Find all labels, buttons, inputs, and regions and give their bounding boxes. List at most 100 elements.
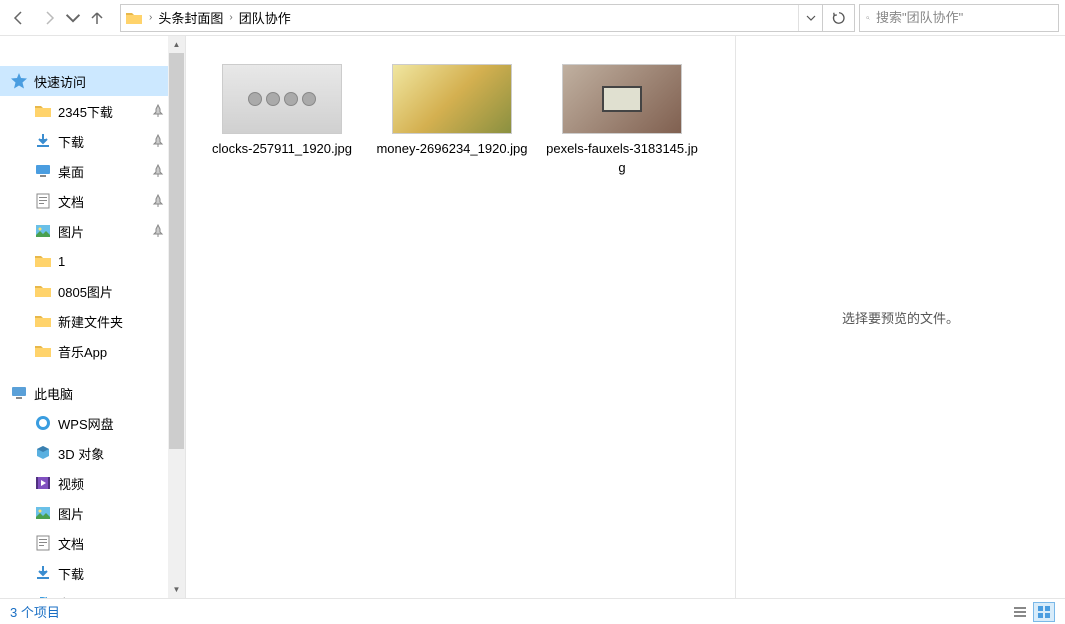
search-input[interactable] <box>876 10 1052 25</box>
sidebar-item[interactable]: 音乐 <box>0 588 185 598</box>
address-bar[interactable]: › 头条封面图 › 团队协作 <box>120 4 855 32</box>
download-icon <box>34 132 52 150</box>
search-icon <box>866 11 870 25</box>
scroll-down-button[interactable]: ▼ <box>168 581 185 598</box>
folder-icon <box>125 9 143 27</box>
pc-icon <box>10 384 28 402</box>
sidebar-item[interactable]: 文档 <box>0 528 185 558</box>
3d-icon <box>34 444 52 462</box>
forward-button[interactable] <box>34 2 64 34</box>
thumbnail <box>222 64 342 134</box>
sidebar-item[interactable]: 图片 <box>0 216 185 246</box>
file-item[interactable]: pexels-fauxels-3183145.jpg <box>542 56 702 186</box>
sidebar-item-label: 桌面 <box>58 162 145 181</box>
breadcrumb-label: 头条封面图 <box>158 8 223 27</box>
status-count: 3 个项目 <box>10 602 60 621</box>
chevron-right-icon: › <box>149 12 152 23</box>
view-switcher <box>1009 602 1055 622</box>
download-icon <box>34 564 52 582</box>
file-item[interactable]: clocks-257911_1920.jpg <box>202 56 362 186</box>
file-name: money-2696234_1920.jpg <box>376 140 527 159</box>
breadcrumb-label: 团队协作 <box>239 8 291 27</box>
file-grid[interactable]: clocks-257911_1920.jpg money-2696234_1920… <box>186 36 735 598</box>
sidebar-item-label: 音乐 <box>58 594 185 599</box>
refresh-button[interactable] <box>822 5 854 31</box>
sidebar-item-label: 音乐App <box>58 342 185 361</box>
sidebar-item[interactable]: WPS网盘 <box>0 408 185 438</box>
folder-icon <box>34 102 52 120</box>
sidebar-item-label: 新建文件夹 <box>58 312 185 331</box>
scroll-thumb[interactable] <box>169 53 184 449</box>
sidebar-item-label: 1 <box>58 254 185 269</box>
sidebar-item[interactable]: 音乐App <box>0 336 185 366</box>
sidebar-item[interactable]: 2345下载 <box>0 96 185 126</box>
folder-icon <box>34 252 52 270</box>
sidebar-item[interactable]: 新建文件夹 <box>0 306 185 336</box>
thumbnail <box>562 64 682 134</box>
scroll-track[interactable] <box>168 53 185 581</box>
sidebar-item-label: 下载 <box>58 564 185 583</box>
content: clocks-257911_1920.jpg money-2696234_1920… <box>186 36 1065 598</box>
sidebar-item-label: 快速访问 <box>34 72 185 91</box>
details-view-button[interactable] <box>1009 602 1031 622</box>
document-icon <box>34 534 52 552</box>
sidebar-item-label: 0805图片 <box>58 282 185 301</box>
sidebar-item-label: WPS网盘 <box>58 414 185 433</box>
toolbar: › 头条封面图 › 团队协作 <box>0 0 1065 36</box>
sidebar-item[interactable]: 0805图片 <box>0 276 185 306</box>
sidebar-item-label: 此电脑 <box>34 384 185 403</box>
wps-icon <box>34 414 52 432</box>
music-icon <box>34 594 52 598</box>
back-button[interactable] <box>4 2 34 34</box>
sidebar-item-label: 2345下载 <box>58 102 145 121</box>
sidebar-item[interactable]: 下载 <box>0 558 185 588</box>
sidebar-item[interactable]: 3D 对象 <box>0 438 185 468</box>
main: 快速访问 2345下载下载桌面文档图片10805图片新建文件夹音乐App 此电脑… <box>0 36 1065 598</box>
up-button[interactable] <box>82 2 112 34</box>
file-item[interactable]: money-2696234_1920.jpg <box>372 56 532 186</box>
desktop-icon <box>34 162 52 180</box>
pictures-icon <box>34 222 52 240</box>
breadcrumb[interactable]: 头条封面图 <box>158 8 223 27</box>
preview-empty-text: 选择要预览的文件。 <box>842 308 959 327</box>
star-icon <box>10 72 28 90</box>
preview-pane: 选择要预览的文件。 <box>735 36 1065 598</box>
sidebar-item[interactable]: 桌面 <box>0 156 185 186</box>
pictures-icon <box>34 504 52 522</box>
sidebar-item-label: 图片 <box>58 222 145 241</box>
sidebar-item[interactable]: 视频 <box>0 468 185 498</box>
nav-tree: 快速访问 2345下载下载桌面文档图片10805图片新建文件夹音乐App 此电脑… <box>0 36 185 598</box>
document-icon <box>34 192 52 210</box>
status-bar: 3 个项目 <box>0 598 1065 624</box>
nav-buttons <box>0 2 116 34</box>
thumbnails-view-button[interactable] <box>1033 602 1055 622</box>
sidebar-item[interactable]: 图片 <box>0 498 185 528</box>
address-content: › 头条封面图 › 团队协作 <box>121 8 798 27</box>
sidebar-item[interactable]: 1 <box>0 246 185 276</box>
sidebar: 快速访问 2345下载下载桌面文档图片10805图片新建文件夹音乐App 此电脑… <box>0 36 186 598</box>
search-box[interactable] <box>859 4 1059 32</box>
video-icon <box>34 474 52 492</box>
sidebar-item-label: 3D 对象 <box>58 444 185 463</box>
pin-icon <box>151 194 165 208</box>
folder-icon <box>34 342 52 360</box>
pin-icon <box>151 134 165 148</box>
history-dropdown[interactable] <box>64 2 82 34</box>
sidebar-item-label: 文档 <box>58 192 145 211</box>
pin-icon <box>151 224 165 238</box>
sidebar-item-quick-access[interactable]: 快速访问 <box>0 66 185 96</box>
scrollbar[interactable]: ▲ ▼ <box>168 36 185 598</box>
sidebar-item[interactable]: 文档 <box>0 186 185 216</box>
sidebar-item-this-pc[interactable]: 此电脑 <box>0 378 185 408</box>
thumbnail <box>392 64 512 134</box>
sidebar-item-label: 图片 <box>58 504 185 523</box>
pin-icon <box>151 104 165 118</box>
folder-icon <box>34 282 52 300</box>
breadcrumb[interactable]: 团队协作 <box>239 8 291 27</box>
sidebar-item-label: 文档 <box>58 534 185 553</box>
scroll-up-button[interactable]: ▲ <box>168 36 185 53</box>
sidebar-item[interactable]: 下载 <box>0 126 185 156</box>
pin-icon <box>151 164 165 178</box>
address-dropdown[interactable] <box>798 5 822 31</box>
file-name: clocks-257911_1920.jpg <box>212 140 352 159</box>
